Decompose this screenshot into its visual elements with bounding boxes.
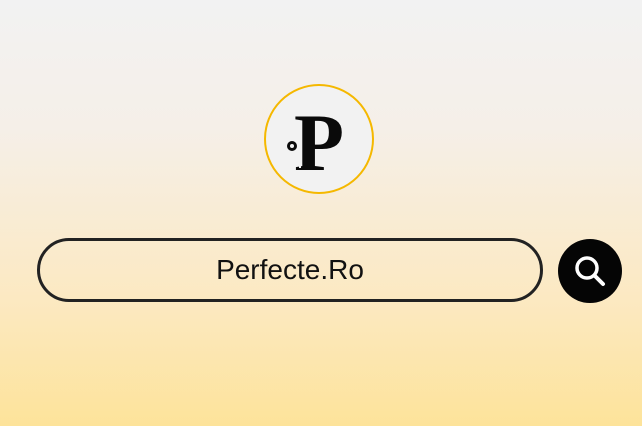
svg-text:P: P <box>294 97 344 188</box>
search-button[interactable] <box>558 239 622 303</box>
perfecte-ro-logo-icon: P <box>267 87 371 191</box>
search-field[interactable] <box>37 238 543 302</box>
search-input[interactable] <box>65 254 515 286</box>
site-logo[interactable]: P <box>264 84 374 194</box>
search-icon <box>575 256 605 286</box>
